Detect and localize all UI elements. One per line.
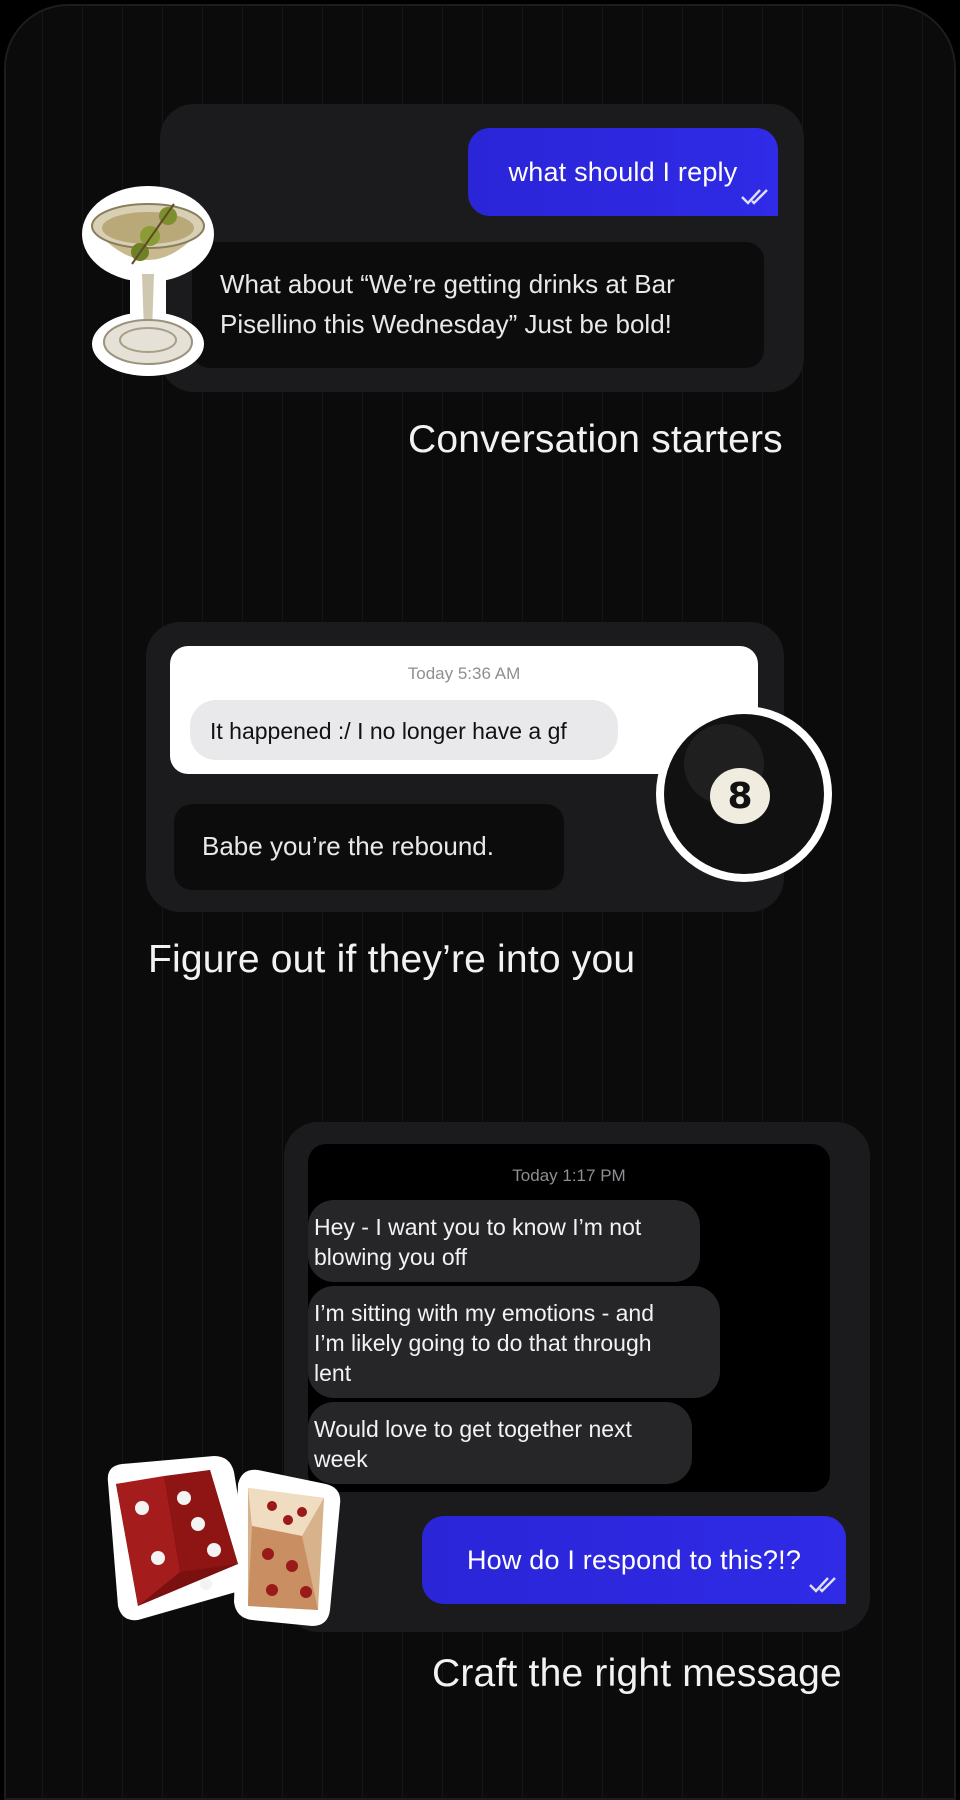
message-line: I’m sitting with my emotions - and — [314, 1300, 655, 1326]
caption-craft-message: Craft the right message — [432, 1652, 842, 1695]
message-line: I’m likely going to do that through — [314, 1330, 652, 1356]
ball-number: 8 — [727, 776, 752, 817]
caption-conversation-starters: Conversation starters — [408, 418, 783, 461]
double-check-icon — [741, 189, 768, 205]
user-message-bubble: what should I reply — [468, 128, 778, 216]
user-message-bubble: How do I respond to this?!? — [422, 1516, 846, 1604]
received-message-bubble: It happened :/ I no longer have a gf — [190, 700, 618, 760]
dice-sticker — [107, 1456, 341, 1626]
message-line: blowing you off — [314, 1244, 468, 1270]
ai-reply-bubble: Babe you’re the rebound. — [174, 804, 564, 890]
caption-into-you: Figure out if they’re into you — [148, 938, 636, 981]
cocktail-glass-sticker — [82, 186, 214, 376]
imessage-screenshot-dark: Today 1:17 PM Hey - I want you to know I… — [308, 1144, 830, 1492]
message-line: Hey - I want you to know I’m not — [314, 1214, 642, 1240]
message-line: Would love to get together next — [314, 1416, 632, 1442]
message-line: lent — [314, 1360, 352, 1386]
message-timestamp: Today 5:36 AM — [407, 664, 521, 683]
eight-ball-sticker: 8 — [656, 706, 832, 882]
app-screen: what should I reply What about “We’re ge… — [4, 4, 956, 1800]
user-message-text: what should I reply — [508, 156, 738, 187]
user-message-text: How do I respond to this?!? — [466, 1544, 802, 1575]
double-check-icon — [809, 1577, 836, 1593]
received-message-text: It happened :/ I no longer have a gf — [210, 718, 567, 744]
message-timestamp: Today 1:17 PM — [512, 1166, 626, 1185]
ai-reply-line: Pisellino this Wednesday” Just be bold! — [220, 309, 672, 339]
received-message-bubble: Hey - I want you to know I’m not blowing… — [308, 1200, 700, 1282]
ai-reply-line: What about “We’re getting drinks at Bar — [220, 269, 675, 299]
ai-reply-bubble: What about “We’re getting drinks at Bar … — [192, 242, 764, 368]
ai-reply-text: Babe you’re the rebound. — [202, 831, 494, 861]
received-message-bubble: I’m sitting with my emotions - and I’m l… — [308, 1286, 720, 1398]
